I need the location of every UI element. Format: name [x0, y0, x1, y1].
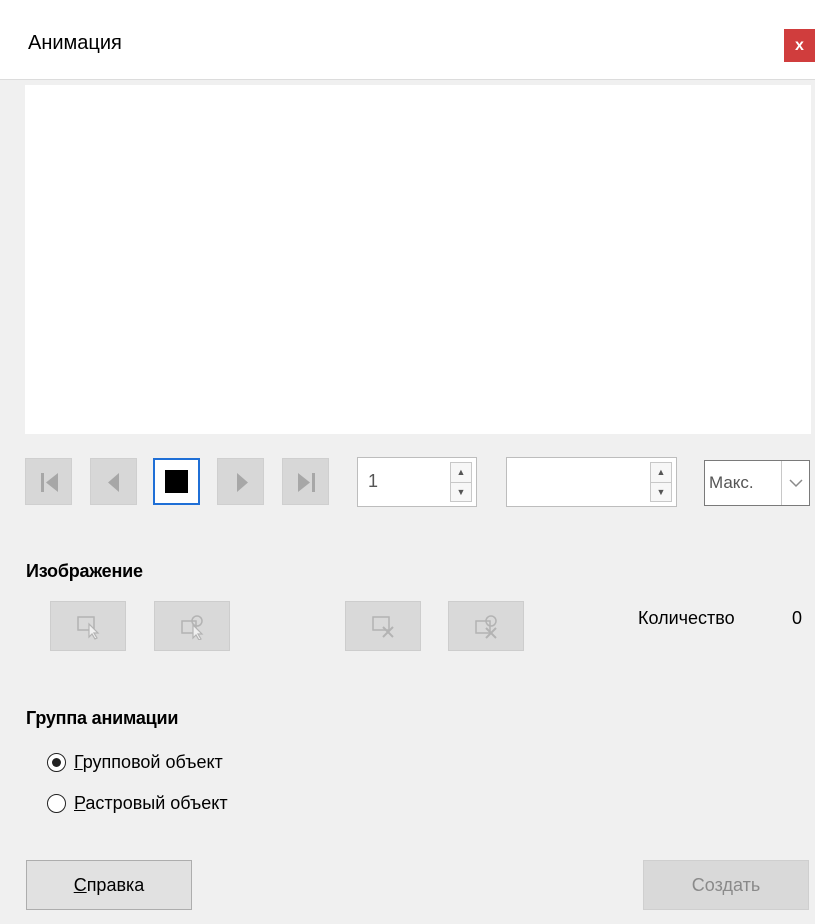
bitmap-object-label: Растровый объект [74, 793, 228, 813]
delete-current-image-button[interactable] [345, 601, 421, 651]
delete-image-icon [372, 616, 394, 638]
duration-spinbox[interactable]: ▲ ▼ [506, 457, 677, 507]
loop-count-combobox[interactable]: Макс. [704, 460, 810, 506]
play-reverse-icon [108, 473, 119, 492]
apply-objects-individually-button[interactable] [154, 601, 230, 651]
close-button[interactable]: x [784, 29, 815, 62]
frame-number-spinbox[interactable]: 1 ▲ ▼ [357, 457, 477, 507]
create-button[interactable]: Создать [643, 860, 809, 910]
loop-count-dropdown[interactable] [781, 461, 809, 505]
play-icon [237, 473, 248, 492]
loop-count-value: Макс. [709, 473, 754, 492]
spin-up-icon[interactable]: ▲ [651, 463, 671, 482]
animation-preview [25, 85, 811, 434]
stop-icon [165, 470, 188, 493]
skip-first-icon [41, 473, 58, 492]
help-button-label: Справка [73, 874, 145, 895]
apply-object-button[interactable] [50, 601, 126, 651]
last-image-button[interactable] [282, 458, 329, 505]
group-object-option[interactable]: Групповой объект [47, 752, 223, 773]
spin-down-icon[interactable]: ▼ [651, 482, 671, 501]
image-count-value: 0 [792, 608, 803, 628]
chevron-down-icon [789, 479, 803, 488]
bitmap-object-radio[interactable] [47, 794, 66, 813]
group-object-radio[interactable] [47, 753, 66, 772]
delete-all-images-button[interactable] [448, 601, 524, 651]
frame-number-value: 1 [368, 471, 379, 491]
spin-down-icon[interactable]: ▼ [451, 482, 471, 501]
image-count-label: Количество [638, 608, 735, 628]
title-bar: Анимация x [0, 0, 815, 80]
add-objects-icon [181, 615, 204, 640]
duration-arrows[interactable]: ▲ ▼ [650, 462, 672, 502]
image-section-title: Изображение [26, 561, 143, 581]
animation-group-title: Группа анимации [26, 708, 179, 728]
delete-all-images-icon [475, 615, 497, 639]
add-object-icon [77, 616, 100, 640]
frame-number-arrows[interactable]: ▲ ▼ [450, 462, 472, 502]
stop-button[interactable] [153, 458, 200, 505]
first-image-button[interactable] [25, 458, 72, 505]
close-icon: x [795, 36, 804, 54]
create-button-label: Создать [691, 874, 761, 895]
play-button[interactable] [217, 458, 264, 505]
spin-up-icon[interactable]: ▲ [451, 463, 471, 482]
group-object-label: Групповой объект [74, 752, 223, 772]
bitmap-object-option[interactable]: Растровый объект [47, 793, 228, 814]
skip-last-icon [298, 473, 315, 492]
window-title: Анимация [28, 32, 122, 54]
help-button[interactable]: Справка [26, 860, 192, 910]
backwards-button[interactable] [90, 458, 137, 505]
